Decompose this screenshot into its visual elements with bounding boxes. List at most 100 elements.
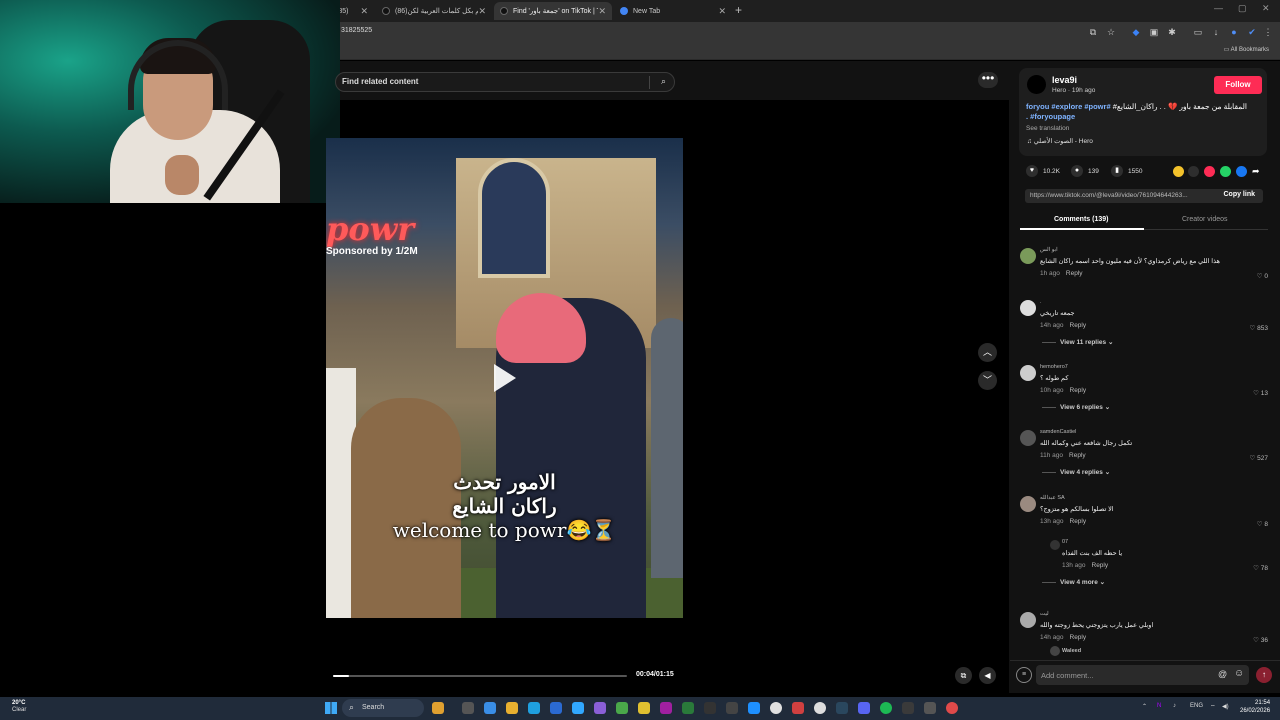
minimize-icon[interactable]: — [1214,3,1223,13]
taskbar-app-icon[interactable] [946,702,958,714]
commenter-name[interactable]: samdenCastiel [1040,429,1076,435]
view-replies-link[interactable]: View 6 replies ⌄ [1042,403,1110,411]
comment-likes[interactable]: ♡ 13 [1253,389,1268,397]
extensions-puzzle-icon[interactable]: ✱ [1166,26,1178,38]
comment-compose-icon[interactable]: ≡ [1016,667,1032,683]
close-tab-icon[interactable]: ✕ [478,6,486,17]
share-repost-icon[interactable] [1173,166,1184,177]
share-link-url[interactable]: https://www.tiktok.com/@leva9i/video/761… [1030,192,1210,199]
chrome-icon[interactable] [770,702,782,714]
system-clock[interactable]: 21:54 26/02/2026 [1240,699,1270,715]
browser-tab-active[interactable]: Find 'جمعة باور' on TikTok | Tik ✕ [494,2,612,20]
taskbar-app-icon[interactable] [594,702,606,714]
commenter-name[interactable]: hemohero7 [1040,364,1068,370]
share-embed-icon[interactable] [1188,166,1199,177]
commenter-name[interactable]: 07 [1062,539,1068,545]
commenter-avatar[interactable] [1020,612,1036,628]
volume-icon[interactable]: ◀ [979,667,996,684]
install-app-icon[interactable]: ⧉ [1087,26,1099,38]
comment-likes[interactable]: ♡ 853 [1250,324,1269,332]
search-icon[interactable]: ⌕ [661,76,666,87]
browser-tab[interactable]: (86)وتحم بكل كلمات العربية لكن ✕ [376,2,492,20]
share-facebook-icon[interactable] [1236,166,1247,177]
commenter-name[interactable]: ليت [1040,611,1049,617]
commenter-name[interactable]: Waleed [1062,648,1081,654]
save-action[interactable]: ▮ 1550 [1111,165,1142,177]
taskbar-app-icon[interactable] [726,702,738,714]
video-progress-bar[interactable] [333,675,627,677]
follow-button[interactable]: Follow [1214,76,1262,94]
account-avatar-icon[interactable]: ● [1228,26,1240,38]
copy-link-button[interactable]: Copy link [1223,191,1255,198]
all-bookmarks-link[interactable]: ▭ All Bookmarks [1224,46,1269,53]
reply-link[interactable]: Reply [1070,518,1087,525]
emoji-icon[interactable]: ☺ [1234,668,1244,679]
tray-app-icon[interactable]: ♪ [1173,703,1176,709]
commenter-avatar[interactable] [1050,540,1060,550]
commenter-avatar[interactable] [1050,646,1060,656]
browser-tab[interactable]: New Tab ✕ [614,2,732,20]
bookmark-star-icon[interactable]: ☆ [1105,26,1117,38]
taskbar-app-icon[interactable] [924,702,936,714]
author-name[interactable]: leva9i [1052,75,1077,85]
share-send-icon[interactable] [1204,166,1215,177]
commenter-name[interactable]: ابو الس [1040,247,1058,253]
profile-icon[interactable]: ▭ [1192,26,1204,38]
taskbar-app-icon[interactable] [748,702,760,714]
tab-creator-videos[interactable]: Creator videos [1182,216,1228,223]
new-tab-icon[interactable]: + [735,3,742,17]
taskbar-search[interactable]: ⌕ Search [342,699,424,717]
taskbar-app-icon[interactable] [484,702,496,714]
comment-action[interactable]: ● 139 [1071,165,1099,177]
taskbar-app-icon[interactable] [616,702,628,714]
taskbar-app-icon[interactable] [550,702,562,714]
reply-link[interactable]: Reply [1070,322,1087,329]
tray-app-icon[interactable]: N [1157,703,1161,709]
close-tab-icon[interactable]: ✕ [718,6,726,17]
taskbar-app-icon[interactable] [902,702,914,714]
file-explorer-icon[interactable] [506,702,518,714]
share-whatsapp-icon[interactable] [1220,166,1231,177]
like-action[interactable]: ♥ 10.2K [1026,165,1060,177]
next-video-icon[interactable]: ﹀ [978,371,997,390]
view-more-replies-link[interactable]: View 4 more ⌄ [1042,578,1105,586]
taskbar-app-icon[interactable] [682,702,694,714]
tray-overflow-icon[interactable]: ⌃ [1142,703,1147,710]
close-tab-icon[interactable]: ✕ [598,6,606,17]
play-icon[interactable] [494,364,516,392]
reply-link[interactable]: Reply [1069,452,1086,459]
view-replies-link[interactable]: View 4 replies ⌄ [1042,468,1110,476]
commenter-avatar[interactable] [1020,496,1036,512]
commenter-avatar[interactable] [1020,430,1036,446]
previous-video-icon[interactable]: ︿ [978,343,997,362]
close-tab-icon[interactable]: ✕ [360,6,368,17]
commenter-name[interactable]: . [1040,299,1042,305]
commenter-name[interactable]: عبدالله SA [1040,495,1065,501]
steam-icon[interactable] [836,702,848,714]
extension-icon[interactable]: ◆ [1130,26,1142,38]
author-avatar[interactable] [1027,75,1046,94]
discord-icon[interactable] [858,702,870,714]
comment-likes[interactable]: ♡ 78 [1253,564,1268,572]
share-more-icon[interactable]: ➦ [1252,166,1263,177]
related-search-box[interactable]: Find related content ⌕ [335,72,675,92]
tab-comments[interactable]: Comments (139) [1054,216,1108,223]
close-window-icon[interactable]: ✕ [1262,3,1270,14]
comment-likes[interactable]: ♡ 8 [1257,520,1268,528]
mention-icon[interactable]: @ [1218,669,1227,679]
download-icon[interactable]: ↓ [1210,26,1222,38]
speaker-icon[interactable]: ◀) [1222,703,1229,710]
photoshop-icon[interactable] [572,702,584,714]
windows-start-icon[interactable] [325,702,337,714]
view-replies-link[interactable]: View 11 replies ⌄ [1042,338,1113,346]
weather-widget[interactable]: 20°C Clear [12,700,26,714]
extension-icon[interactable]: ✔ [1246,26,1258,38]
taskbar-app-icon[interactable] [660,702,672,714]
taskbar-app-icon[interactable] [638,702,650,714]
taskbar-app-icon[interactable] [814,702,826,714]
browser-menu-icon[interactable]: ⋮ [1262,26,1274,38]
reply-link[interactable]: Reply [1092,562,1109,569]
wifi-icon[interactable]: ⌔ [1210,703,1216,711]
edge-icon[interactable] [528,702,540,714]
see-translation-link[interactable]: See translation [1026,125,1069,132]
